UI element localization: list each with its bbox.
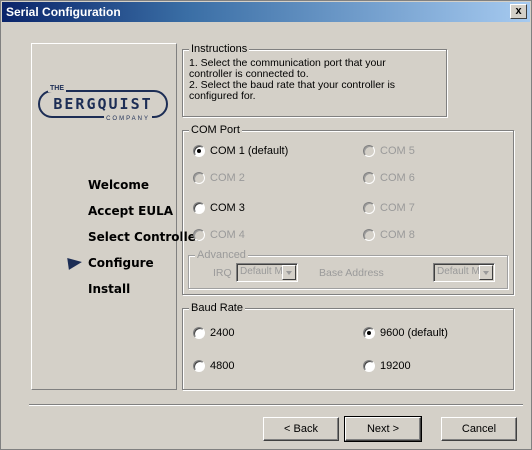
- radio-label: 9600 (default): [380, 327, 448, 339]
- radio-label: COM 6: [380, 172, 415, 184]
- radio-label: COM 8: [380, 229, 415, 241]
- irq-label: IRQ: [213, 267, 232, 279]
- button-separator: [29, 404, 523, 406]
- com3-radio[interactable]: COM 3: [193, 201, 245, 215]
- chevron-down-icon: [479, 265, 493, 280]
- baud-19200-radio[interactable]: 19200: [363, 359, 411, 373]
- radio-label: COM 2: [210, 172, 245, 184]
- logo-company: COMPANY: [104, 116, 152, 122]
- back-button[interactable]: < Back: [263, 417, 339, 441]
- radio-icon: [193, 172, 205, 184]
- com-port-group: COM Port COM 1 (default) COM 2 COM 3 COM…: [182, 124, 514, 295]
- current-step-arrow-icon: [67, 256, 83, 270]
- logo-badge: THE BERGQUIST COMPANY: [38, 85, 168, 122]
- advanced-group: Advanced IRQ Default M Base Address Defa…: [188, 249, 508, 289]
- wizard-steps-list: Welcome Accept EULA Select Controller Co…: [32, 172, 202, 302]
- irq-select[interactable]: Default M: [236, 263, 298, 282]
- chevron-down-icon: [282, 265, 296, 280]
- radio-icon: [363, 229, 375, 241]
- radio-icon: [193, 229, 205, 241]
- radio-label: COM 4: [210, 229, 245, 241]
- baud-rate-legend: Baud Rate: [189, 302, 245, 315]
- com1-radio[interactable]: COM 1 (default): [193, 144, 288, 158]
- window-title: Serial Configuration: [6, 5, 121, 19]
- step-label: Accept EULA: [88, 204, 174, 218]
- com-port-legend: COM Port: [189, 124, 242, 137]
- step-configure: Configure: [32, 250, 178, 276]
- radio-label: COM 7: [380, 202, 415, 214]
- logo-the: THE: [48, 85, 66, 92]
- instructions-legend: Instructions: [189, 43, 250, 56]
- com2-radio[interactable]: COM 2: [193, 171, 245, 185]
- baud-2400-radio[interactable]: 2400: [193, 326, 234, 340]
- wizard-steps-panel: THE BERGQUIST COMPANY Welcome Accept EUL…: [31, 43, 202, 390]
- com7-radio[interactable]: COM 7: [363, 201, 415, 215]
- base-address-select[interactable]: Default M: [433, 263, 495, 282]
- radio-icon: [363, 145, 375, 157]
- base-address-select-value: Default M: [437, 266, 480, 277]
- step-accept-eula: Accept EULA: [32, 198, 178, 224]
- radio-checked-icon: [193, 145, 205, 157]
- radio-label: COM 1 (default): [210, 145, 289, 157]
- baud-rate-group: Baud Rate 2400 4800 9600 (default) 19200: [182, 302, 514, 390]
- close-icon: x: [515, 5, 522, 17]
- com6-radio[interactable]: COM 6: [363, 171, 415, 185]
- title-bar: Serial Configuration x: [2, 2, 530, 22]
- radio-icon: [193, 202, 205, 214]
- irq-select-value: Default M: [240, 266, 283, 277]
- instructions-group: Instructions 1. Select the communication…: [182, 43, 447, 117]
- radio-label: 2400: [210, 327, 235, 339]
- step-label: Configure: [88, 256, 154, 270]
- radio-label: 19200: [380, 360, 411, 372]
- radio-label: 4800: [210, 360, 235, 372]
- com4-radio[interactable]: COM 4: [193, 228, 245, 242]
- baud-9600-radio[interactable]: 9600 (default): [363, 326, 448, 340]
- serial-configuration-window: Serial Configuration x THE BERGQUIST COM…: [0, 0, 532, 450]
- logo-name: BERGQUIST: [53, 95, 153, 113]
- advanced-legend: Advanced: [195, 249, 248, 262]
- instructions-text: 1. Select the communication port that yo…: [189, 58, 439, 102]
- baud-4800-radio[interactable]: 4800: [193, 359, 234, 373]
- base-address-label: Base Address: [319, 267, 384, 279]
- com8-radio[interactable]: COM 8: [363, 228, 415, 242]
- radio-icon: [363, 360, 375, 372]
- next-button[interactable]: Next >: [344, 416, 422, 442]
- close-button[interactable]: x: [510, 4, 527, 19]
- radio-icon: [363, 172, 375, 184]
- step-select-controller: Select Controller: [32, 224, 202, 250]
- instruction-line: configured for.: [189, 90, 256, 102]
- radio-label: COM 3: [210, 202, 245, 214]
- radio-checked-icon: [363, 327, 375, 339]
- step-install: Install: [32, 276, 178, 302]
- radio-label: COM 5: [380, 145, 415, 157]
- cancel-button[interactable]: Cancel: [441, 417, 517, 441]
- com5-radio[interactable]: COM 5: [363, 144, 415, 158]
- radio-icon: [363, 202, 375, 214]
- radio-icon: [193, 327, 205, 339]
- radio-icon: [193, 360, 205, 372]
- step-label: Welcome: [88, 178, 150, 192]
- step-label: Install: [88, 282, 131, 296]
- step-welcome: Welcome: [32, 172, 178, 198]
- bergquist-logo: THE BERGQUIST COMPANY: [34, 84, 172, 124]
